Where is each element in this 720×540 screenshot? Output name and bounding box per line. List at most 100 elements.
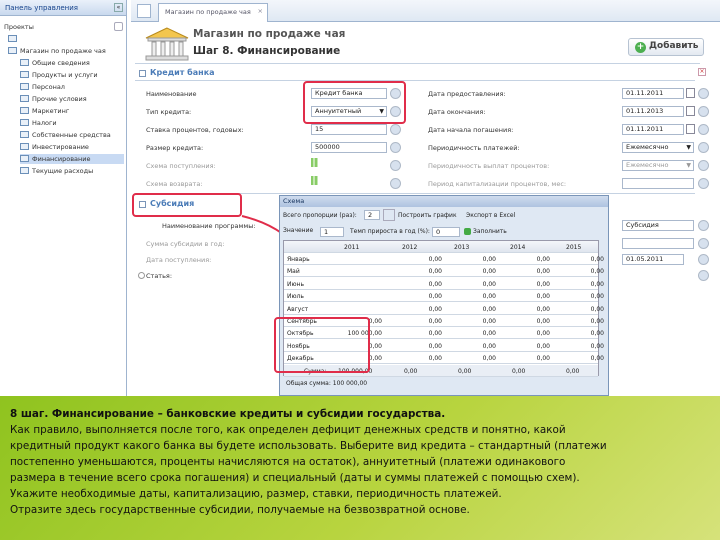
value-cell[interactable]: 0,00 — [392, 330, 442, 337]
tree-folder[interactable] — [8, 34, 20, 44]
info-icon[interactable] — [698, 178, 709, 189]
value-cell[interactable]: 0,00 — [554, 318, 604, 325]
radio-button[interactable] — [138, 272, 145, 279]
value-cell[interactable]: 0,00 — [500, 256, 550, 263]
value-cell[interactable]: 0,00 — [392, 268, 442, 275]
delete-icon[interactable]: × — [698, 68, 706, 76]
build-chart-button[interactable]: Построить график — [398, 212, 457, 219]
value-cell[interactable]: 0,00 — [500, 355, 550, 362]
value-cell[interactable]: 0,00 — [554, 268, 604, 275]
growth-input[interactable]: 0 — [432, 227, 460, 237]
tree-item[interactable]: Инвестирование — [20, 142, 89, 152]
page-icon — [20, 83, 29, 90]
tree-item-selected[interactable]: Финансирование — [20, 154, 124, 164]
info-icon[interactable] — [390, 124, 401, 135]
value-cell[interactable]: 0,00 — [446, 268, 496, 275]
caption-text: 8 шаг. Финансирование – банковские креди… — [10, 406, 714, 518]
fill-button[interactable]: Заполнить — [473, 228, 507, 235]
tree-item[interactable]: Налоги — [20, 118, 57, 128]
value-cell[interactable]: 0,00 — [554, 330, 604, 337]
caption-line: кредитный продукт какого банка вы будете… — [10, 440, 607, 452]
info-icon[interactable] — [698, 88, 709, 99]
value-cell[interactable]: 0,00 — [554, 355, 604, 362]
value-cell[interactable]: 0,00 — [446, 256, 496, 263]
tree-item[interactable]: Маркетинг — [20, 106, 69, 116]
value-cell[interactable]: 0,00 — [500, 293, 550, 300]
value-input[interactable]: 1 — [320, 227, 344, 237]
table-row: Май 0,00 0,00 0,00 0,00 — [284, 265, 604, 278]
date-input[interactable]: 01.05.2011 — [622, 254, 684, 265]
value-cell[interactable]: 0,00 — [392, 355, 442, 362]
value-cell[interactable]: 0,00 — [392, 293, 442, 300]
info-icon[interactable] — [698, 124, 709, 135]
info-icon[interactable] — [698, 160, 709, 171]
value-cell[interactable]: 0,00 — [500, 330, 550, 337]
value-cell[interactable]: 0,00 — [446, 355, 496, 362]
tree-item[interactable]: Продукты и услуги — [20, 70, 98, 80]
up-down-icon[interactable] — [383, 209, 395, 221]
value-cell[interactable]: 0,00 — [500, 318, 550, 325]
info-icon[interactable] — [698, 106, 709, 117]
value-cell[interactable]: 0,00 — [392, 343, 442, 350]
period-select[interactable]: 2 — [364, 210, 380, 220]
date-input[interactable]: 01.11.2011 — [622, 88, 684, 99]
info-icon[interactable] — [698, 238, 709, 249]
info-icon[interactable] — [698, 270, 709, 281]
tree-item[interactable]: Общие сведения — [20, 58, 90, 68]
value-cell[interactable]: 0,00 — [500, 343, 550, 350]
field-label: Статья: — [146, 272, 173, 280]
menu-icon[interactable] — [114, 22, 123, 31]
date-input[interactable]: 01.11.2011 — [622, 124, 684, 135]
date-input[interactable]: 01.11.2013 — [622, 106, 684, 117]
add-button[interactable]: + Добавить — [628, 38, 704, 56]
tree-item[interactable]: Персонал — [20, 82, 65, 92]
tree-item[interactable]: Собственные средства — [20, 130, 111, 140]
value-cell[interactable]: 0,00 — [554, 281, 604, 288]
tree-root[interactable]: Проекты — [4, 22, 34, 32]
value-cell[interactable]: 0,00 — [500, 268, 550, 275]
tree-item-project[interactable]: Магазин по продаже чая — [8, 46, 106, 56]
home-icon[interactable] — [137, 4, 151, 18]
calendar-icon[interactable] — [686, 106, 695, 116]
chart-icon[interactable] — [311, 176, 320, 185]
collapse-toggle[interactable] — [139, 70, 146, 77]
value-cell[interactable]: 0,00 — [446, 343, 496, 350]
subsidy-select[interactable] — [622, 238, 694, 249]
value-cell[interactable]: 0,00 — [392, 281, 442, 288]
value-cell[interactable]: 0,00 — [392, 256, 442, 263]
info-icon[interactable] — [698, 220, 709, 231]
value-cell[interactable]: 0,00 — [554, 343, 604, 350]
value-cell[interactable]: 0,00 — [500, 281, 550, 288]
subsidy-name-input[interactable]: Субсидия — [622, 220, 694, 231]
interest-frequency-select[interactable]: Ежемесячно ▼ — [622, 160, 694, 171]
value-cell[interactable]: 0,00 — [392, 306, 442, 313]
info-icon[interactable] — [698, 254, 709, 265]
credit-amount-input[interactable]: 500000 — [311, 142, 387, 153]
calendar-icon[interactable] — [686, 88, 695, 98]
info-icon[interactable] — [390, 142, 401, 153]
info-icon[interactable] — [390, 178, 401, 189]
tree-item[interactable]: Прочие условия — [20, 94, 87, 104]
calendar-icon[interactable] — [686, 124, 695, 134]
value-cell[interactable]: 0,00 — [446, 281, 496, 288]
value-cell[interactable]: 0,00 — [446, 330, 496, 337]
value-cell[interactable]: 0,00 — [554, 293, 604, 300]
value-cell[interactable]: 0,00 — [446, 293, 496, 300]
rate-input[interactable]: 15 — [311, 124, 387, 135]
value-cell[interactable]: 0,00 — [392, 318, 442, 325]
capitalization-input[interactable] — [622, 178, 694, 189]
export-excel-button[interactable]: Экспорт в Excel — [466, 212, 515, 219]
value-cell[interactable]: 0,00 — [554, 306, 604, 313]
frequency-select[interactable]: Ежемесячно ▼ — [622, 142, 694, 153]
value-cell[interactable]: 0,00 — [554, 256, 604, 263]
info-icon[interactable] — [698, 142, 709, 153]
chart-icon[interactable] — [311, 158, 320, 167]
value-cell[interactable]: 0,00 — [446, 318, 496, 325]
close-icon[interactable]: × — [258, 7, 263, 15]
info-icon[interactable] — [390, 160, 401, 171]
tab-project[interactable]: Магазин по продаже чая × — [158, 3, 268, 22]
collapse-icon[interactable]: « — [114, 3, 123, 12]
value-cell[interactable]: 0,00 — [500, 306, 550, 313]
value-cell[interactable]: 0,00 — [446, 306, 496, 313]
tree-item[interactable]: Текущие расходы — [20, 166, 93, 176]
